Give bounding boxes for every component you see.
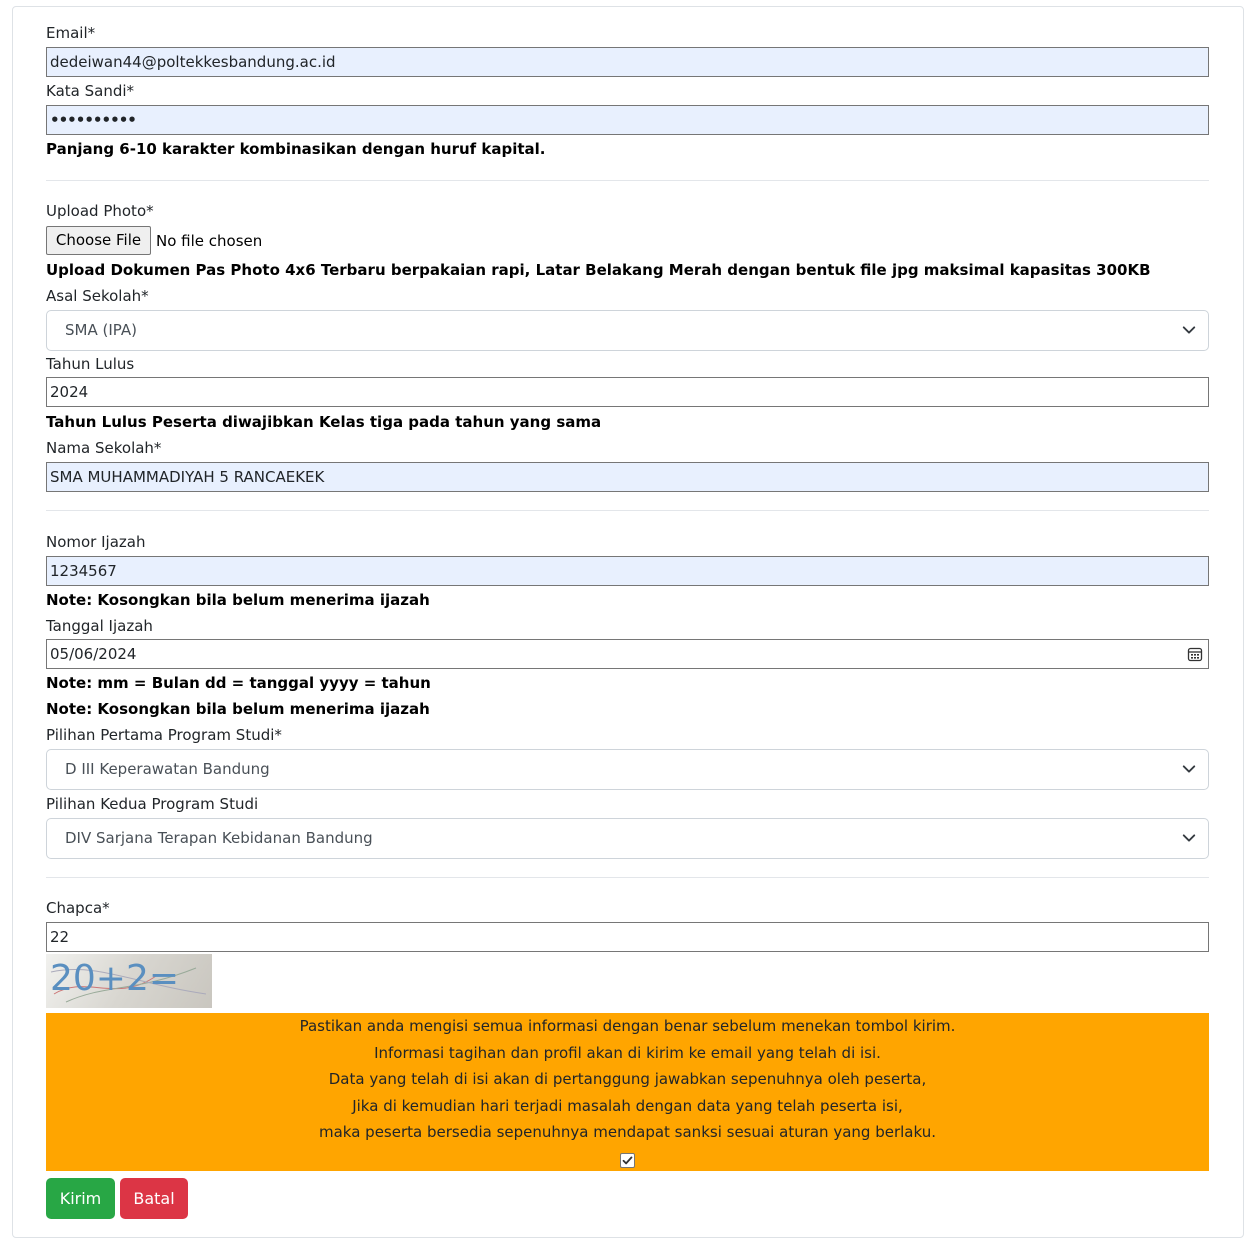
password-field[interactable]: •••••••••• [46, 105, 1209, 135]
prodi-1-select[interactable]: D III Keperawatan Bandung [46, 749, 1209, 790]
notice-line-3: Data yang telah di isi akan di pertanggu… [328, 1070, 927, 1088]
asal-sekolah-value: SMA (IPA) [65, 321, 137, 339]
tahun-lulus-field[interactable]: 2024 [46, 377, 1209, 407]
notice-line-5: maka peserta bersedia sepenuhnya mendapa… [319, 1123, 936, 1141]
tahun-lulus-help: Tahun Lulus Peserta diwajibkan Kelas tig… [46, 413, 602, 431]
agree-checkbox[interactable] [620, 1152, 635, 1168]
tahun-lulus-label: Tahun Lulus [46, 355, 135, 373]
nomor-ijazah-field[interactable]: 1234567 [46, 556, 1209, 586]
tanggal-format-note: Note: mm = Bulan dd = tanggal yyyy = tah… [46, 674, 431, 692]
chevron-down-icon [1182, 765, 1196, 773]
asal-sekolah-label: Asal Sekolah* [46, 287, 149, 305]
divider [46, 510, 1209, 511]
choose-file-button[interactable]: Choose File [46, 226, 151, 255]
tanggal-ijazah-value: 05/06/2024 [50, 645, 137, 663]
captcha-field[interactable]: 22 [46, 922, 1209, 952]
photo-help: Upload Dokumen Pas Photo 4x6 Terbaru ber… [46, 261, 1151, 279]
chevron-down-icon [1182, 326, 1196, 334]
password-help: Panjang 6-10 karakter kombinasikan denga… [46, 140, 546, 158]
photo-label: Upload Photo* [46, 202, 154, 220]
nomor-ijazah-label: Nomor Ijazah [46, 533, 146, 551]
notice-line-4: Jika di kemudian hari terjadi masalah de… [352, 1096, 903, 1115]
prodi-1-label: Pilihan Pertama Program Studi* [46, 726, 282, 744]
notice-line-1: Pastikan anda mengisi semua informasi de… [299, 1017, 956, 1035]
chevron-down-icon [1182, 834, 1196, 842]
captcha-text: 20+2= [50, 958, 179, 999]
captcha-label: Chapca* [46, 899, 110, 917]
prodi-2-select[interactable]: DIV Sarjana Terapan Kebidanan Bandung [46, 818, 1209, 859]
asal-sekolah-select[interactable]: SMA (IPA) [46, 310, 1209, 351]
prodi-2-label: Pilihan Kedua Program Studi [46, 795, 259, 813]
prodi-2-value: DIV Sarjana Terapan Kebidanan Bandung [65, 829, 373, 847]
nama-sekolah-label: Nama Sekolah* [46, 439, 162, 457]
tanggal-ijazah-field[interactable]: 05/06/2024 [46, 639, 1209, 669]
divider [46, 877, 1209, 878]
captcha-image: 20+2= [46, 954, 212, 1008]
divider [46, 180, 1209, 181]
password-label: Kata Sandi* [46, 82, 135, 100]
check-icon [622, 1156, 633, 1164]
submit-button[interactable]: Kirim [46, 1178, 115, 1219]
disclaimer-notice: Pastikan anda mengisi semua informasi de… [46, 1013, 1209, 1171]
captcha-graphic: 20+2= [50, 958, 207, 1003]
email-field[interactable]: dedeiwan44@poltekkesbandung.ac.id [46, 47, 1209, 77]
prodi-1-value: D III Keperawatan Bandung [65, 760, 270, 778]
nomor-ijazah-note: Note: Kosongkan bila belum menerima ijaz… [46, 591, 430, 609]
calendar-icon[interactable] [1187, 646, 1203, 662]
nama-sekolah-field[interactable]: SMA MUHAMMADIYAH 5 RANCAEKEK [46, 462, 1209, 492]
cancel-button[interactable]: Batal [120, 1178, 188, 1219]
notice-line-2: Informasi tagihan dan profil akan di kir… [374, 1043, 881, 1062]
tanggal-ijazah-label: Tanggal Ijazah [46, 617, 153, 635]
email-label: Email* [46, 24, 96, 42]
file-status: No file chosen [156, 232, 263, 250]
tanggal-empty-note: Note: Kosongkan bila belum menerima ijaz… [46, 700, 430, 718]
